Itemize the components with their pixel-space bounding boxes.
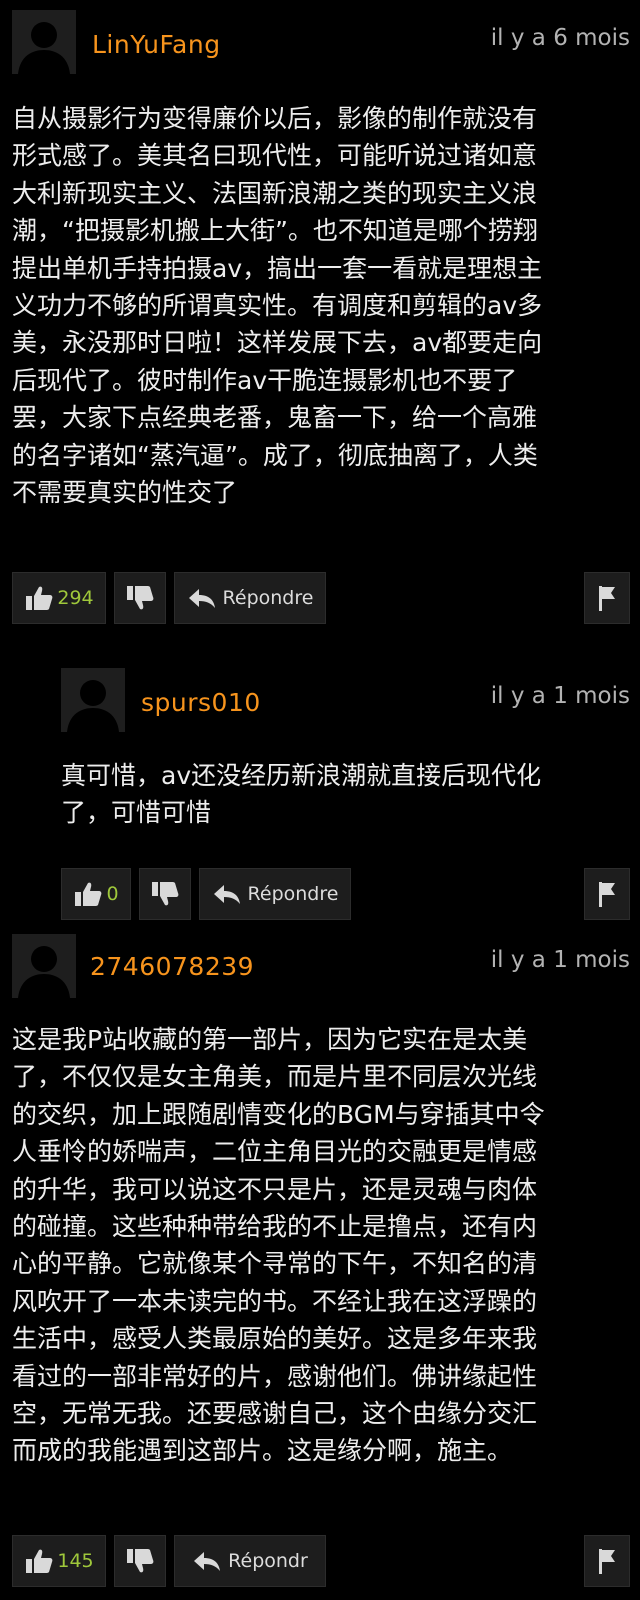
username[interactable]: LinYuFang bbox=[92, 30, 221, 59]
thumbs-down-icon bbox=[127, 1549, 154, 1573]
username[interactable]: 2746078239 bbox=[90, 952, 254, 981]
user-avatar-icon bbox=[12, 10, 76, 74]
comment-line: 的交织，加上跟随剧情变化的BGM与穿插其中令 bbox=[12, 1099, 545, 1129]
thumbs-down-icon bbox=[127, 586, 154, 610]
reply-label: Répondre bbox=[222, 587, 314, 609]
username[interactable]: spurs010 bbox=[141, 688, 261, 717]
thumbs-up-icon bbox=[26, 586, 53, 610]
comment-text: 这是我P站收藏的第一部片，因为它实在是太美 了，不仅仅是女主角美，而是片里不同层… bbox=[12, 1021, 545, 1470]
comment-line: 而成的我能遇到这部片。这是缘分啊，施主。 bbox=[12, 1436, 513, 1466]
flag-icon bbox=[599, 1549, 615, 1574]
comments-page: LinYuFang il y a 6 mois 自从摄影行为变得廉价以后，影像的… bbox=[0, 0, 640, 1600]
like-button[interactable]: 0 bbox=[61, 868, 131, 920]
avatar[interactable] bbox=[61, 668, 125, 732]
flag-icon bbox=[599, 882, 615, 907]
comment-line: 了，可惜可惜 bbox=[61, 798, 212, 828]
thumbs-up-icon bbox=[26, 1549, 53, 1573]
comment-line: 自从摄影行为变得廉价以后，影像的制作就没有 bbox=[12, 104, 538, 133]
like-button[interactable]: 294 bbox=[12, 572, 106, 624]
comment-line: 心的平静。它就像某个寻常的下午，不知名的清 bbox=[12, 1249, 538, 1279]
dislike-button[interactable] bbox=[114, 1535, 166, 1587]
like-count: 0 bbox=[106, 883, 119, 905]
comment-line: 美，永没那时日啦！这样发展下去，av都要走向 bbox=[12, 328, 543, 358]
timestamp: il y a 6 mois bbox=[490, 25, 630, 51]
user-avatar-icon bbox=[12, 934, 76, 998]
user-avatar-icon bbox=[61, 668, 125, 732]
reply-arrow-icon bbox=[213, 885, 240, 904]
reply-button[interactable]: Répondr bbox=[174, 1535, 326, 1587]
comment-text: 真可惜，av还没经历新浪潮就直接后现代化 了，可惜可惜 bbox=[61, 757, 541, 832]
dislike-button[interactable] bbox=[139, 868, 191, 920]
flag-button[interactable] bbox=[584, 1535, 630, 1587]
timestamp: il y a 1 mois bbox=[490, 683, 630, 709]
dislike-button[interactable] bbox=[114, 572, 166, 624]
comment-line: 的碰撞。这些种种带给我的不止是撸点，还有内 bbox=[12, 1212, 538, 1242]
reply-arrow-icon bbox=[194, 1552, 221, 1571]
thumbs-up-icon bbox=[75, 882, 102, 906]
thumbs-down-icon bbox=[152, 882, 179, 906]
reply-button[interactable]: Répondre bbox=[199, 868, 351, 920]
comment-line: 的名字诸如“蒸汽逼”。成了，彻底抽离了，人类 bbox=[12, 440, 538, 470]
avatar[interactable] bbox=[12, 10, 76, 74]
like-count: 294 bbox=[57, 587, 94, 609]
comment-line: 大利新现实主义、法国新浪潮之类的现实主义浪 bbox=[12, 178, 538, 208]
comment-line: 罢，大家下点经典老番，鬼畜一下，给一个高雅 bbox=[12, 403, 538, 433]
comment-line: 义功力不够的所谓真实性。有调度和剪辑的av多 bbox=[12, 291, 543, 321]
comment-line: 的升华，我可以说这不只是片，还是灵魂与肉体 bbox=[12, 1174, 538, 1204]
flag-button[interactable] bbox=[584, 572, 630, 624]
comment-line: 形式感了。美其名曰现代性，可能听说过诸如意 bbox=[12, 141, 538, 171]
reply-label: Répondre bbox=[247, 883, 339, 905]
avatar[interactable] bbox=[12, 934, 76, 998]
flag-button[interactable] bbox=[584, 868, 630, 920]
comment-line: 不需要真实的性交了 bbox=[12, 478, 238, 508]
timestamp: il y a 1 mois bbox=[490, 947, 630, 973]
comment-line: 后现代了。彼时制作av干脆连摄影机也不要了 bbox=[12, 365, 518, 395]
comment-text: 自从摄影行为变得廉价以后，影像的制作就没有 形式感了。美其名曰现代性，可能听说过… bbox=[12, 100, 542, 511]
comment-line: 人垂怜的娇喘声，二位主角目光的交融更是情感 bbox=[12, 1137, 538, 1167]
reply-label: Répondr bbox=[228, 1550, 308, 1572]
flag-icon bbox=[599, 586, 615, 611]
reply-button[interactable]: Répondre bbox=[174, 572, 326, 624]
comment-line: 生活中，感受人类最原始的美好。这是多年来我 bbox=[12, 1324, 538, 1354]
comment-line: 这是我P站收藏的第一部片，因为它实在是太美 bbox=[12, 1025, 528, 1054]
comment-line: 空，无常无我。还要感谢自己，这个由缘分交汇 bbox=[12, 1399, 538, 1429]
comment-line: 了，不仅仅是女主角美，而是片里不同层次光线 bbox=[12, 1062, 538, 1092]
reply-arrow-icon bbox=[188, 589, 215, 608]
like-count: 145 bbox=[57, 1550, 94, 1572]
comment-line: 看过的一部非常好的片，感谢他们。佛讲缘起性 bbox=[12, 1361, 538, 1391]
comment-line: 潮，“把摄影机搬上大街”。也不知道是哪个捞翔 bbox=[12, 216, 538, 246]
comment-line: 风吹开了一本未读完的书。不经让我在这浮躁的 bbox=[12, 1286, 538, 1316]
comment-line: 提出单机手持拍摄av，搞出一套一看就是理想主 bbox=[12, 253, 543, 283]
like-button[interactable]: 145 bbox=[12, 1535, 106, 1587]
comment-line: 真可惜，av还没经历新浪潮就直接后现代化 bbox=[61, 761, 542, 790]
